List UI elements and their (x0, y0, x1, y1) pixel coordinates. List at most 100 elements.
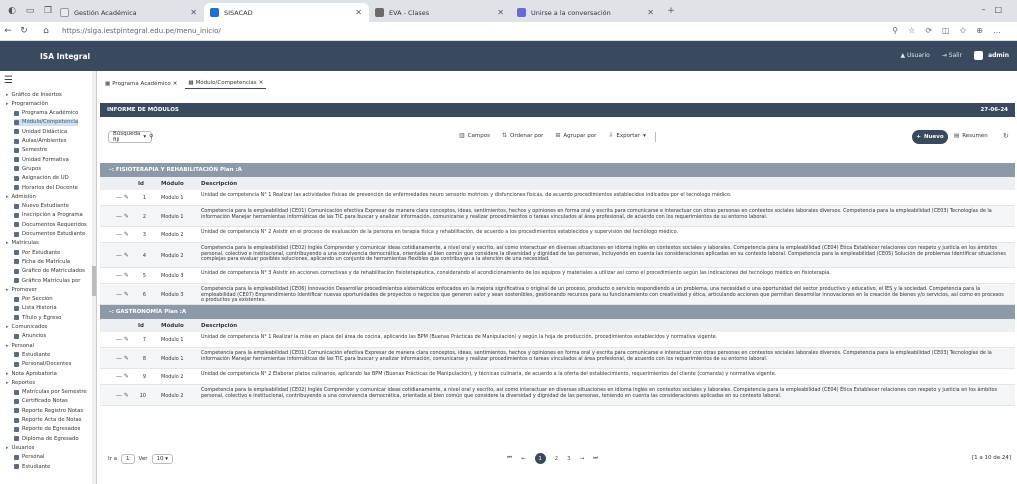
close-tab-icon[interactable]: ✕ (355, 8, 362, 17)
sidebar-item[interactable]: ▸ Comunicados (6, 324, 47, 331)
scrollbar-thumb[interactable] (92, 266, 96, 296)
sidebar-item[interactable]: Unidad Formativa (14, 156, 69, 163)
sidebar-item[interactable]: ▸ Nota Aprobatoria (6, 370, 57, 377)
page-size-select[interactable]: 10 ▾ (151, 454, 174, 464)
sidebar-item[interactable]: Programa Académico (14, 110, 78, 117)
sidebar-item[interactable]: ▸ Admisión (6, 193, 36, 200)
campos-button[interactable]: ▥ Campos (459, 132, 490, 139)
sidebar-item[interactable]: Semestre (14, 147, 47, 154)
sidebar-item[interactable]: Por Sección (14, 296, 53, 303)
sidebar-item[interactable]: Personal (14, 454, 45, 461)
sidebar-item[interactable]: Gráfico de Matriculados (14, 268, 85, 275)
sidebar-item[interactable]: Nuevo Estudiante (14, 203, 69, 210)
exportar-button[interactable]: ⇩ Exportar ▾ (608, 132, 645, 139)
window-controls[interactable]: –□ (981, 5, 1011, 14)
sidebar-item[interactable]: ▸ Programación (6, 100, 48, 107)
sidebar-item[interactable]: Reporte Acta de Notas (14, 417, 82, 424)
browser-actions[interactable]: ⚲☆⟳◫✩⊕… (892, 26, 1011, 35)
dropdown-icon[interactable]: ▾ (143, 134, 146, 140)
edit-row-icon[interactable]: — ✎ (116, 291, 129, 298)
table-row[interactable]: — ✎ 3 Modulo 2 Unidad de competencia N° 2 A… (100, 227, 1015, 243)
column-header-descripcion[interactable]: Descripción (201, 323, 237, 329)
browser-tab-sisacad[interactable]: SISACAD ✕ (204, 3, 369, 22)
column-header-id[interactable]: Id (138, 323, 144, 329)
sidebar-item[interactable]: ▸ Usuarios (6, 444, 34, 451)
resumen-button[interactable]: ▤ Resumen (954, 133, 988, 139)
ordenar-button[interactable]: ⇅ Ordenar por (502, 132, 543, 139)
table-row[interactable]: — ✎ 6 Modulo 3 Competencia para la empleabi… (100, 284, 1015, 305)
close-icon[interactable]: ✕ (259, 80, 264, 86)
group-header[interactable]: – : GASTRONOMÍA Plan :A (100, 305, 1015, 319)
column-header-modulo[interactable]: Módulo (161, 181, 184, 187)
column-header-id[interactable]: Id (138, 181, 144, 187)
vertical-tabs-icon[interactable]: ❐ (42, 5, 54, 17)
close-icon[interactable]: ✕ (173, 81, 178, 87)
search-input[interactable]: Búsqueda fiji ▾ ⚲ (108, 131, 153, 143)
browser-tab-teams[interactable]: Unirse a la conversación ✕ (511, 3, 661, 22)
hamburger-menu-icon[interactable]: ☰ (4, 75, 13, 86)
table-row[interactable]: — ✎ 10 Modulo 2 Competencia para la empleab… (100, 385, 1015, 406)
close-tab-icon[interactable]: ✕ (190, 8, 197, 17)
sidebar-item[interactable]: Grupos (14, 165, 41, 172)
last-page-icon[interactable]: ⏭ (593, 455, 598, 462)
agrupar-button[interactable]: ⊞ Agrupar por (555, 132, 596, 139)
sidebar-item[interactable]: Aulas/Ambientes (14, 138, 67, 145)
edit-row-icon[interactable]: — ✎ (116, 252, 129, 259)
usuario-link[interactable]: ▲ Usuario (900, 52, 929, 59)
edit-row-icon[interactable]: — ✎ (116, 373, 129, 380)
table-row[interactable]: — ✎ 5 Modulo 3 Unidad de competencia N° 3 A… (100, 268, 1015, 284)
page-2-button[interactable]: 2 (555, 456, 559, 462)
first-page-icon[interactable]: ⏮ (507, 455, 512, 462)
back-icon[interactable]: ← (0, 26, 16, 36)
column-header-modulo[interactable]: Módulo (161, 323, 184, 329)
sidebar-item[interactable]: Reporte Registro Notas (14, 407, 83, 414)
sidebar-item[interactable]: ▸ Gráfico de Insertos (6, 91, 62, 98)
sidebar-item[interactable]: Unidad Didáctica (14, 128, 67, 135)
next-page-icon[interactable]: → (580, 456, 585, 462)
sidebar-item[interactable]: ▸ Reportes (6, 379, 35, 386)
url-field[interactable]: https://siga.iestpintegral.edu.pe/menu_i… (62, 27, 1017, 35)
page-1-button[interactable]: 1 (534, 453, 546, 464)
edit-row-icon[interactable]: — ✎ (116, 272, 129, 279)
sidebar-item[interactable]: ▸ Promover (6, 286, 37, 293)
sidebar-item[interactable]: Reporte de Egresados (14, 426, 80, 433)
sidebar-item[interactable]: Estudiante (14, 463, 50, 470)
group-header[interactable]: – : FISIOTERAPIA Y REHABILITACIÓN Plan :… (100, 163, 1015, 177)
refresh-icon[interactable]: ↻ (1003, 132, 1009, 140)
sidebar-item[interactable]: Gráfico Matrículas por (14, 277, 80, 284)
search-icon[interactable]: ⚲ (149, 134, 153, 140)
sidebar-item[interactable]: Estudiante (14, 351, 50, 358)
table-row[interactable]: — ✎ 2 Modulo 1 Competencia para la empleabi… (100, 206, 1015, 227)
edit-row-icon[interactable]: — ✎ (116, 392, 129, 399)
salir-link[interactable]: ⇥ Salir (942, 52, 962, 59)
sidebar-scrollbar[interactable] (92, 71, 96, 484)
tab-modulo-competencias[interactable]: ▦ Módulo/Competencias ✕ (185, 78, 267, 89)
sidebar-item[interactable]: Módulo/Competencia (14, 118, 79, 126)
sidebar-item[interactable]: Asignación de UD (14, 175, 69, 182)
table-row[interactable]: — ✎ 4 Modulo 2 Competencia para la empleabi… (100, 243, 1015, 268)
table-row[interactable]: — ✎ 8 Modulo 1 Competencia para la empleabi… (100, 348, 1015, 369)
sidebar-item[interactable]: Anuncios (14, 333, 46, 340)
tab-programa-academico[interactable]: ▦ Programa Académico ✕ (102, 78, 180, 89)
table-row[interactable]: — ✎ 9 Modulo 2 Unidad de competencia N° 2 E… (100, 369, 1015, 385)
edit-row-icon[interactable]: — ✎ (116, 194, 129, 201)
column-header-descripcion[interactable]: Descripción (201, 181, 237, 187)
new-tab-icon[interactable]: + (665, 5, 677, 17)
sidebar-item[interactable]: Diploma de Egresado (14, 435, 79, 442)
close-tab-icon[interactable]: ✕ (647, 8, 654, 17)
sidebar-item[interactable]: Título y Egreso (14, 314, 61, 321)
sidebar-item[interactable]: Horarios del Docente (14, 184, 78, 191)
close-tab-icon[interactable]: ✕ (497, 8, 504, 17)
table-row[interactable]: — ✎ 1 Modulo 1 Unidad de competencia N° 1 R… (100, 190, 1015, 206)
reload-icon[interactable]: ↻ (16, 26, 32, 36)
table-row[interactable]: — ✎ 7 Modulo 1 Unidad de competencia N° 1 R… (100, 332, 1015, 348)
browser-tab-gestion[interactable]: Gestión Académica ✕ (54, 3, 204, 22)
sidebar-item[interactable]: ▸ Personal (6, 342, 34, 349)
nuevo-button[interactable]: + Nuevo (912, 130, 948, 144)
edit-row-icon[interactable]: — ✎ (116, 231, 129, 238)
edit-row-icon[interactable]: — ✎ (116, 213, 129, 220)
edit-row-icon[interactable]: — ✎ (116, 336, 129, 343)
sidebar-item[interactable]: Certificado Notas (14, 398, 68, 405)
sidebar-item[interactable]: Por Estudiante (14, 249, 60, 256)
sidebar-item[interactable]: Matrículas por Semestre (14, 389, 87, 396)
